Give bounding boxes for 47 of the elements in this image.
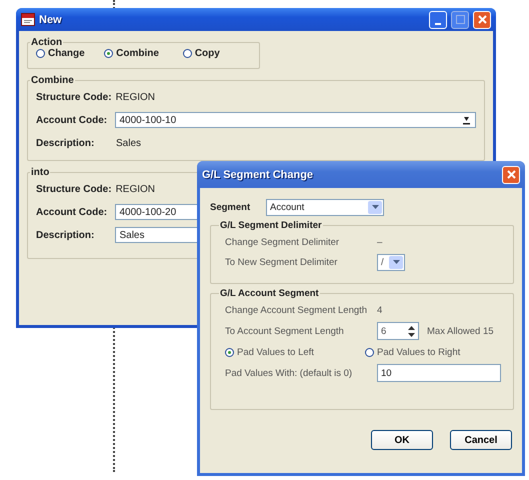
group-title: into <box>30 167 50 178</box>
field-label: Change Segment Delimiter <box>225 236 340 248</box>
close-button[interactable] <box>502 166 520 184</box>
close-button[interactable] <box>473 10 491 28</box>
length-spinner[interactable]: 6 <box>377 322 419 340</box>
group-title: Action <box>30 37 64 48</box>
app-icon <box>21 13 35 26</box>
radio-option[interactable]: Pad Values to Left <box>225 346 365 358</box>
close-icon <box>506 170 516 179</box>
group-title: G/L Segment Delimiter <box>219 220 323 231</box>
window-title: New <box>39 14 62 26</box>
structure-code: REGION <box>116 184 156 194</box>
field-label: To Account Segment Length <box>225 326 345 336</box>
account-code-field[interactable]: 4000-100-10 <box>115 112 476 128</box>
pad-value-field[interactable]: 10 <box>377 364 501 382</box>
field-label: To New Segment Delimiter <box>225 256 338 268</box>
field-label: Description: <box>36 138 96 148</box>
delimiter-dropdown[interactable]: / <box>377 254 405 270</box>
segment-dropdown[interactable]: Account <box>266 198 384 216</box>
dialog-title: G/L Segment Change <box>202 168 314 180</box>
field-label: Structure Code: <box>36 92 112 102</box>
radio-option[interactable]: Combine <box>104 48 183 59</box>
description: Sales <box>116 138 142 148</box>
group-title: G/L Account Segment <box>219 288 320 299</box>
radio-option[interactable]: Copy <box>182 48 251 59</box>
download-icon <box>463 116 470 124</box>
spinner-arrows-icon <box>408 326 415 336</box>
radio-option[interactable]: Pad Values to Right <box>365 346 505 358</box>
ok-button[interactable]: OK <box>371 430 433 450</box>
field-label: Segment <box>210 202 252 212</box>
field-label: Account Code: <box>36 206 108 218</box>
field-label: Account Code: <box>36 114 108 126</box>
group-title: Combine <box>30 75 75 86</box>
cancel-button[interactable]: Cancel <box>450 430 512 450</box>
field-label: Structure Code: <box>36 184 112 194</box>
field-label: Description: <box>36 230 96 240</box>
minimize-icon <box>435 22 441 24</box>
maximize-icon <box>456 15 464 24</box>
structure-code: REGION <box>116 92 156 102</box>
minimize-button[interactable] <box>429 10 447 28</box>
field-label: Change Account Segment Length <box>225 304 368 316</box>
close-icon <box>478 15 486 24</box>
max-allowed-note: Max Allowed 15 <box>427 326 494 336</box>
radio-option[interactable]: Change <box>36 48 104 59</box>
delimiter-value: – <box>377 236 382 248</box>
field-label: Pad Values With: (default is 0) <box>225 368 354 378</box>
length-value: 4 <box>377 304 382 316</box>
